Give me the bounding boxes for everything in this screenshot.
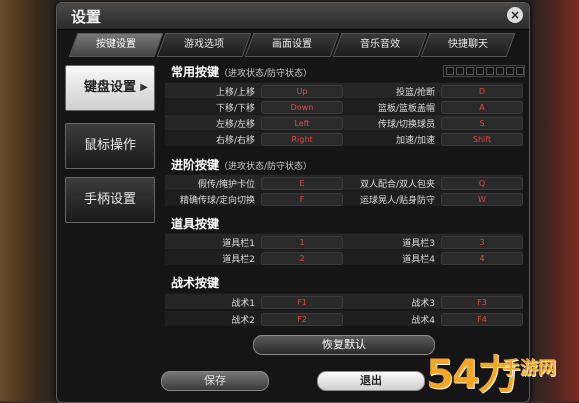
restore-defaults-button[interactable]: 恢复默认: [253, 335, 435, 355]
key-row: 上移/上移 Up 投篮/抢断 D: [165, 82, 523, 98]
close-icon[interactable]: ×: [507, 7, 523, 23]
exit-button[interactable]: 退出: [317, 371, 425, 391]
tab-graphics[interactable]: 画面设置: [244, 33, 340, 57]
key-binding[interactable]: F1: [261, 296, 343, 309]
key-row: 下移/下移 Down 篮板/篮板盖帽 A: [165, 98, 523, 114]
key-binding[interactable]: 4: [441, 252, 523, 265]
tab-bar: 按键设置 游戏选项 画面设置 音乐音效 快捷聊天: [57, 31, 529, 57]
key-binding[interactable]: 1: [261, 236, 343, 249]
key-row: 精确传球/定向切换 F 运球晃人/贴身防守 W: [165, 190, 523, 206]
key-binding[interactable]: F4: [441, 313, 523, 326]
key-binding[interactable]: W: [441, 193, 523, 206]
tab-quick-chat[interactable]: 快捷聊天: [420, 33, 516, 57]
key-row: 道具栏2 2 道具栏4 4: [165, 249, 523, 265]
background-left: [0, 0, 60, 401]
watermark-logo: 54力 手游网: [426, 352, 556, 398]
section-title-items: 道具按键: [171, 217, 220, 231]
tab-game-options[interactable]: 游戏选项: [156, 33, 252, 57]
title-bar: 设置 ×: [57, 3, 529, 30]
tab-key-settings[interactable]: 按键设置: [68, 33, 164, 57]
section-title-tactics: 战术按键: [171, 276, 220, 290]
key-row: 道具栏1 1 道具栏3 3: [165, 233, 523, 249]
key-binding[interactable]: 3: [441, 236, 523, 249]
key-settings-panel: 常用按键（进攻状态/防守状态） 上移/上移 Up 投篮/抢断 D 下移/下移 D…: [165, 59, 525, 359]
key-row: 战术2 F2 战术4 F4: [165, 310, 523, 326]
key-binding[interactable]: E: [261, 177, 343, 190]
key-binding[interactable]: Shift: [441, 133, 523, 146]
key-binding[interactable]: F: [261, 193, 343, 206]
sidebar-item-keyboard[interactable]: 键盘设置 ▶: [65, 65, 155, 111]
key-binding[interactable]: S: [441, 117, 523, 130]
key-binding[interactable]: Down: [261, 101, 343, 114]
key-row: 右移/右移 Right 加速/加速 Shift: [165, 130, 523, 146]
key-binding[interactable]: Left: [261, 117, 343, 130]
arrow-right-icon: ▶: [140, 82, 148, 93]
key-binding[interactable]: F3: [441, 296, 523, 309]
section-title-common: 常用按键（进攻状态/防守状态）: [171, 65, 313, 79]
key-row: 左移/左移 Left 传球/切换球员 S: [165, 114, 523, 130]
key-binding[interactable]: Right: [261, 133, 343, 146]
sidebar-item-gamepad[interactable]: 手柄设置: [65, 177, 155, 223]
key-binding[interactable]: A: [441, 101, 523, 114]
key-row: 战术1 F1 战术3 F3: [165, 293, 523, 309]
page-indicator: [443, 65, 525, 77]
sidebar-item-mouse[interactable]: 鼠标操作: [65, 123, 155, 169]
save-button[interactable]: 保存: [161, 371, 269, 391]
key-binding[interactable]: Up: [261, 85, 343, 98]
dialog-title: 设置: [71, 8, 102, 26]
key-binding[interactable]: D: [441, 85, 523, 98]
key-binding[interactable]: Q: [441, 177, 523, 190]
key-row: 假传/掩护卡位 E 双人配合/双人包夹 Q: [165, 174, 523, 190]
section-title-advanced: 进阶按键（进攻状态/防守状态）: [171, 158, 313, 172]
key-binding[interactable]: 2: [261, 252, 343, 265]
key-binding[interactable]: F2: [261, 313, 343, 326]
tab-audio[interactable]: 音乐音效: [332, 33, 428, 57]
